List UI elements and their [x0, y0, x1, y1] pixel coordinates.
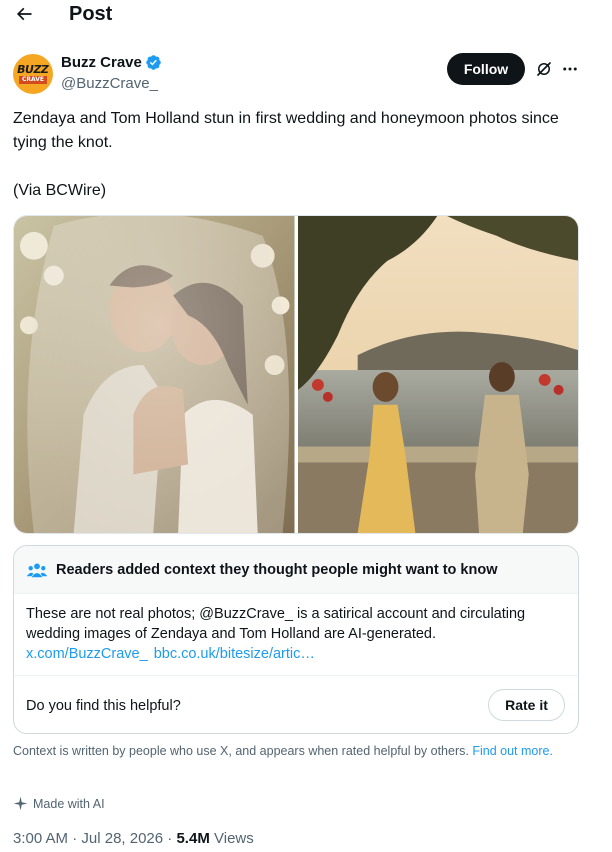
page-title: Post [69, 3, 113, 25]
more-options-button[interactable] [559, 58, 581, 80]
post-time[interactable]: 3:00 AM [13, 830, 68, 847]
community-note-body: These are not real photos; @BuzzCrave_ i… [14, 594, 578, 676]
photo-wedding-veil[interactable] [14, 216, 295, 533]
media-grid [13, 215, 579, 534]
rate-it-button[interactable]: Rate it [488, 689, 565, 721]
views-label: Views [214, 830, 254, 847]
author-row: BUZZ CRAVE Buzz Crave @BuzzCrave_ Follow [13, 52, 599, 96]
author-name-row[interactable]: Buzz Crave [61, 54, 162, 71]
people-icon [26, 563, 48, 577]
made-with-ai-text: Made with AI [33, 796, 105, 811]
context-disclaimer: Context is written by people who use X, … [13, 743, 573, 760]
made-with-ai-label: Made with AI [13, 796, 105, 811]
find-out-more-link[interactable]: Find out more. [472, 744, 553, 758]
author-name[interactable]: Buzz Crave [61, 54, 142, 71]
community-note-title: Readers added context they thought peopl… [56, 561, 498, 578]
note-link-x[interactable]: x.com/BuzzCrave_ [26, 644, 148, 664]
grok-button[interactable] [533, 58, 555, 80]
community-note: Readers added context they thought peopl… [13, 545, 579, 734]
community-note-text: These are not real photos; @BuzzCrave_ i… [26, 606, 526, 642]
avatar-text-top: BUZZ [16, 63, 50, 76]
avatar[interactable]: BUZZ CRAVE [13, 54, 53, 94]
community-note-header: Readers added context they thought peopl… [14, 546, 578, 594]
community-note-footer: Do you find this helpful? Rate it [14, 675, 578, 733]
follow-button[interactable]: Follow [447, 53, 525, 85]
context-disclaimer-text: Context is written by people who use X, … [13, 744, 469, 758]
top-bar: Post [0, 0, 612, 32]
community-note-links: x.com/BuzzCrave_ bbc.co.uk/bitesize/arti… [26, 644, 566, 664]
wedding-photo-image [14, 216, 295, 533]
tweet-via: (Via BCWire) [13, 182, 107, 199]
verified-badge-icon [146, 55, 161, 70]
grok-icon [537, 62, 551, 76]
arrow-left-icon [16, 7, 32, 21]
back-button[interactable] [12, 2, 36, 26]
more-horizontal-icon [563, 67, 577, 71]
honeymoon-photo-image [297, 216, 578, 533]
avatar-text-bottom: CRAVE [18, 76, 47, 84]
photo-lake-terrace[interactable] [297, 216, 578, 533]
post-meta: 3:00 AM · Jul 28, 2026 · 5.4M Views [13, 830, 254, 847]
post-date[interactable]: Jul 28, 2026 [81, 830, 163, 847]
note-link-bbc[interactable]: bbc.co.uk/bitesize/artic… [154, 644, 315, 664]
tweet-text: Zendaya and Tom Holland stun in first we… [13, 110, 559, 151]
views-count: 5.4M [176, 830, 210, 847]
author-handle[interactable]: @BuzzCrave_ [61, 75, 158, 92]
sparkle-icon [13, 796, 28, 811]
meta-separator: · [72, 830, 82, 847]
helpful-question: Do you find this helpful? [26, 697, 181, 714]
